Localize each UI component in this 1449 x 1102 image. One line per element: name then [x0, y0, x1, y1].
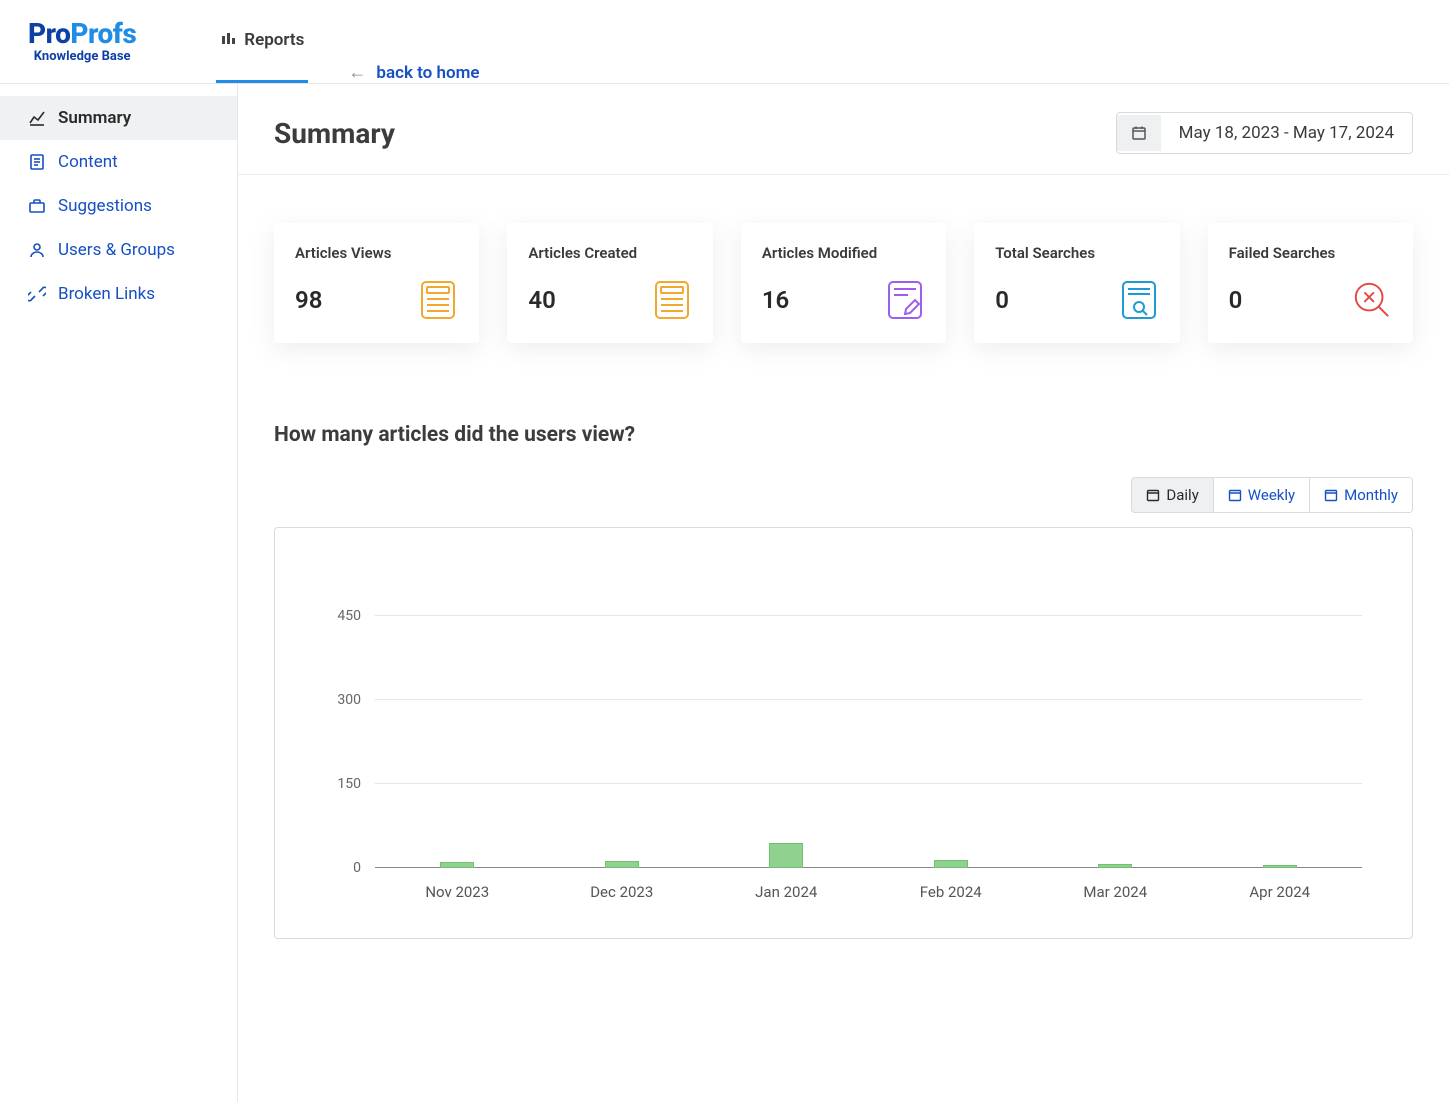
calendar-icon	[1117, 115, 1161, 151]
x-tick-label: Mar 2024	[1033, 883, 1198, 901]
topbar: ProProfs Knowledge Base Reports ← back t…	[0, 0, 1449, 84]
grid-line	[375, 783, 1362, 784]
chart-x-axis: Nov 2023Dec 2023Jan 2024Feb 2024Mar 2024…	[375, 876, 1362, 908]
tab-label: Reports	[244, 30, 304, 50]
stat-card-value: 98	[295, 286, 322, 314]
tab-reports[interactable]: Reports	[216, 0, 308, 83]
grid-line	[375, 615, 1362, 616]
x-tick-label: Nov 2023	[375, 883, 540, 901]
chart-bar	[1263, 865, 1297, 868]
page-title: Summary	[274, 117, 395, 150]
period-toggle-label: Monthly	[1344, 486, 1398, 504]
chart-bar	[440, 862, 474, 868]
stat-card-value: 0	[995, 286, 1009, 314]
bar-chart-icon	[220, 30, 236, 51]
edit-icon	[885, 280, 925, 320]
date-range-label: May 18, 2023 - May 17, 2024	[1161, 113, 1412, 153]
x-tick-label: Dec 2023	[540, 883, 705, 901]
stat-card[interactable]: Articles Modified 16	[741, 223, 946, 343]
chart-bars	[375, 588, 1362, 868]
stat-cards-row: Articles Views 98 Articles Created 40 Ar…	[238, 175, 1449, 363]
chart-bar	[769, 843, 803, 868]
stat-card[interactable]: Articles Views 98	[274, 223, 479, 343]
back-label: back to home	[376, 63, 479, 83]
chart-bar	[605, 861, 639, 868]
period-toggle-label: Daily	[1166, 486, 1198, 504]
stat-card-value: 16	[762, 286, 789, 314]
y-tick-label: 300	[337, 692, 361, 708]
date-range-picker[interactable]: May 18, 2023 - May 17, 2024	[1116, 112, 1413, 154]
stat-card-value: 0	[1229, 286, 1243, 314]
sidebar-item-label: Users & Groups	[58, 240, 175, 260]
chart-plot-area	[375, 588, 1362, 868]
link-broken-icon	[28, 285, 46, 303]
stat-card[interactable]: Articles Created 40	[507, 223, 712, 343]
stat-card-value: 40	[528, 286, 555, 314]
sidebar-item-label: Broken Links	[58, 284, 155, 304]
brand-subtitle: Knowledge Base	[28, 50, 136, 63]
sidebar-item-content[interactable]: Content	[0, 140, 237, 184]
stat-card-label: Articles Modified	[762, 244, 925, 262]
chart-line-icon	[28, 109, 46, 127]
brand-name-2: Profs	[70, 17, 136, 50]
period-toggle-label: Weekly	[1248, 486, 1295, 504]
stat-card[interactable]: Failed Searches 0	[1208, 223, 1413, 343]
doc-icon	[652, 280, 692, 320]
period-toggle-monthly[interactable]: Monthly	[1310, 478, 1412, 512]
sidebar-item-suggestions[interactable]: Suggestions	[0, 184, 237, 228]
y-tick-label: 450	[337, 608, 361, 624]
stat-card-label: Articles Created	[528, 244, 691, 262]
x-tick-label: Apr 2024	[1198, 883, 1363, 901]
sidebar-item-users-groups[interactable]: Users & Groups	[0, 228, 237, 272]
sidebar-item-summary[interactable]: Summary	[0, 96, 237, 140]
main-content: Summary May 18, 2023 - May 17, 2024 Arti…	[238, 84, 1449, 1102]
header-tabs: Reports ← back to home	[216, 0, 479, 83]
brand-logo: ProProfs Knowledge Base	[28, 20, 136, 63]
back-to-home-link[interactable]: ← back to home	[348, 62, 479, 83]
y-tick-label: 0	[353, 860, 361, 876]
period-toggle-weekly[interactable]: Weekly	[1214, 478, 1310, 512]
sidebar-item-label: Suggestions	[58, 196, 152, 216]
chart-period-toggle: Daily Weekly Monthly	[274, 477, 1413, 513]
sidebar-item-broken-links[interactable]: Broken Links	[0, 272, 237, 316]
chart-section-title: How many articles did the users view?	[274, 423, 1413, 447]
brand-name-1: Pro	[28, 17, 70, 50]
briefcase-icon	[28, 197, 46, 215]
stat-card[interactable]: Total Searches 0	[974, 223, 1179, 343]
stat-card-label: Failed Searches	[1229, 244, 1392, 262]
arrow-left-icon: ←	[348, 62, 366, 83]
doc-icon	[418, 280, 458, 320]
x-tick-label: Jan 2024	[704, 883, 869, 901]
sidebar: Summary Content Suggestions Users & Grou…	[0, 84, 238, 1102]
sidebar-item-label: Summary	[58, 108, 131, 128]
grid-line	[375, 699, 1362, 700]
fail-icon	[1352, 280, 1392, 320]
sidebar-item-label: Content	[58, 152, 118, 172]
chart-y-axis: 0150300450	[315, 588, 371, 868]
stat-card-label: Total Searches	[995, 244, 1158, 262]
chart-container: 0 150 300 450 Nov 2023Dec 2023Jan 2024Feb 2…	[274, 527, 1413, 939]
x-tick-label: Feb 2024	[869, 883, 1034, 901]
chart-bar	[1098, 864, 1132, 868]
period-toggle-daily[interactable]: Daily	[1132, 478, 1213, 512]
chart-bar	[934, 860, 968, 868]
user-icon	[28, 241, 46, 259]
y-tick-label: 150	[337, 776, 361, 792]
search-icon	[1119, 280, 1159, 320]
stat-card-label: Articles Views	[295, 244, 458, 262]
document-icon	[28, 153, 46, 171]
